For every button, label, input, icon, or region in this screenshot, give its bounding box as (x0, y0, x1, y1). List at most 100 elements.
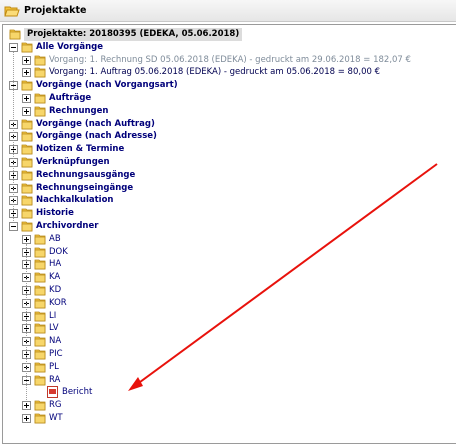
tree-item-label: WT (49, 413, 63, 423)
tree-item-label: Archivordner (36, 221, 99, 231)
tree-connector (26, 243, 27, 401)
folder-icon (34, 323, 46, 334)
expand-icon[interactable] (22, 106, 31, 116)
tree-item-notizen[interactable]: Notizen & Termine (3, 143, 456, 156)
folder-icon (34, 400, 46, 411)
tree-item-label: Projektakte: 20180395 (EDEKA, 05.06.2018… (24, 28, 243, 41)
folder-icon (34, 285, 46, 296)
tree-item-label: Bericht (62, 387, 93, 398)
tree-item-rechnungen[interactable]: Rechnungen (3, 105, 456, 118)
folder-icon (21, 144, 33, 155)
tree-item-alle-vorgaenge[interactable]: Alle Vorgänge (3, 41, 456, 54)
tree-item-vorgaenge-vorgangsart[interactable]: Vorgänge (nach Vorgangsart) (3, 79, 456, 92)
folder-icon (34, 349, 46, 360)
tree-item-label: Aufträge (49, 93, 92, 103)
folder-icon (34, 234, 46, 245)
folder-icon (21, 119, 33, 129)
archive-folder-wt[interactable]: WT (3, 412, 456, 425)
expand-icon[interactable] (22, 234, 31, 244)
archive-folder-ha[interactable]: HA (3, 258, 456, 271)
tree-item-label: KOR (49, 297, 67, 308)
tree-item-rechnungseingaenge[interactable]: Rechnungseingänge (3, 182, 456, 195)
tree-item-label: Notizen & Termine (36, 144, 125, 155)
folder-icon (21, 157, 33, 168)
tree-item-label: Verknüpfungen (36, 157, 110, 167)
tree-item-vorgaenge-auftrag[interactable]: Vorgänge (nach Auftrag) (3, 118, 456, 131)
expand-icon[interactable] (22, 68, 31, 78)
archive-folder-lv[interactable]: LV (3, 322, 456, 335)
tree-item-label: Vorgang: 1. Auftrag 05.06.2018 (EDEKA) -… (49, 67, 381, 78)
tree-item-label: Vorgang: 1. Rechnung SD 05.06.2018 (EDEK… (49, 54, 411, 65)
expand-icon[interactable] (22, 401, 31, 411)
folder-icon (21, 183, 33, 193)
tree-item-label: Vorgänge (nach Adresse) (36, 131, 157, 142)
archive-folder-kd[interactable]: KD (3, 284, 456, 297)
tree-item-label: RA (49, 374, 61, 385)
window-title: Projektakte (24, 5, 87, 16)
archive-folder-pic[interactable]: PIC (3, 348, 456, 361)
folder-icon (34, 298, 46, 309)
expand-icon[interactable] (22, 414, 31, 423)
archive-folder-dok[interactable]: DOK (3, 246, 456, 259)
folder-icon (21, 195, 33, 206)
archive-folder-ra[interactable]: RA (3, 374, 456, 387)
folder-icon (34, 413, 46, 424)
expand-icon[interactable] (22, 55, 31, 65)
expand-icon[interactable] (22, 94, 31, 103)
pdf-report-icon (47, 386, 58, 399)
folder-icon (34, 67, 46, 78)
folder-icon (21, 170, 33, 181)
tree-item-label: HA (49, 259, 62, 270)
tree-item-label: Rechnungen (49, 105, 109, 116)
tree-item-label: Vorgänge (nach Vorgangsart) (36, 80, 178, 91)
tree-item-nachkalkulation[interactable]: Nachkalkulation (3, 194, 456, 207)
tree-item-label: KA (49, 272, 61, 283)
archive-folder-li[interactable]: LI (3, 310, 456, 323)
tree-item-label: Rechnungsausgänge (36, 169, 136, 180)
tree-item-label: Vorgänge (nach Auftrag) (36, 118, 155, 129)
folder-icon (34, 362, 46, 373)
tree-item-label: Historie (36, 208, 74, 219)
tree-item-vorgang[interactable]: Vorgang: 1. Auftrag 05.06.2018 (EDEKA) -… (3, 66, 456, 79)
folder-icon (34, 272, 46, 283)
folder-icon (34, 247, 46, 257)
tree-item-label: LI (49, 310, 57, 321)
tree-item-label: KD (49, 285, 62, 295)
tree-item-vorgaenge-adresse[interactable]: Vorgänge (nach Adresse) (3, 130, 456, 143)
folder-icon (21, 80, 33, 91)
tree-item-label: Rechnungseingänge (36, 182, 134, 193)
folder-icon (34, 311, 46, 321)
tree-root[interactable]: Projektakte: 20180395 (EDEKA, 05.06.2018… (3, 28, 456, 41)
tree-item-bericht[interactable]: Bericht (3, 386, 456, 399)
folder-icon (21, 221, 33, 232)
tree-item-label: RG (49, 400, 62, 411)
archive-folder-ka[interactable]: KA (3, 271, 456, 284)
archive-folder-rg[interactable]: RG (3, 399, 456, 412)
archive-folder-ab[interactable]: AB (3, 233, 456, 246)
tree-item-label: PIC (49, 349, 63, 359)
folder-icon (34, 375, 46, 385)
project-tree[interactable]: Projektakte: 20180395 (EDEKA, 05.06.2018… (2, 24, 456, 444)
folder-icon (21, 208, 33, 219)
tree-item-historie[interactable]: Historie (3, 207, 456, 220)
tree-item-label: LV (49, 323, 59, 334)
collapse-icon[interactable] (9, 42, 18, 52)
title-bar: Projektakte (0, 0, 456, 22)
folder-icon (9, 29, 21, 40)
folder-icon (21, 131, 33, 142)
archive-folder-pl[interactable]: PL (3, 361, 456, 374)
folder-open-icon (4, 6, 20, 16)
archive-folder-na[interactable]: NA (3, 335, 456, 348)
tree-item-label: AB (49, 233, 61, 244)
tree-item-rechnungsausgaenge[interactable]: Rechnungsausgänge (3, 169, 456, 182)
tree-item-verknuepfungen[interactable]: Verknüpfungen (3, 156, 456, 169)
tree-item-archivordner[interactable]: Archivordner (3, 220, 456, 233)
tree-item-auftraege[interactable]: Aufträge (3, 92, 456, 105)
tree-item-label: NA (49, 336, 62, 347)
tree-item-vorgang[interactable]: Vorgang: 1. Rechnung SD 05.06.2018 (EDEK… (3, 54, 456, 67)
tree-item-label: DOK (49, 246, 68, 257)
collapse-icon[interactable] (9, 222, 18, 231)
folder-icon (34, 336, 46, 347)
archive-folder-kor[interactable]: KOR (3, 297, 456, 310)
tree-item-label: Nachkalkulation (36, 195, 114, 206)
